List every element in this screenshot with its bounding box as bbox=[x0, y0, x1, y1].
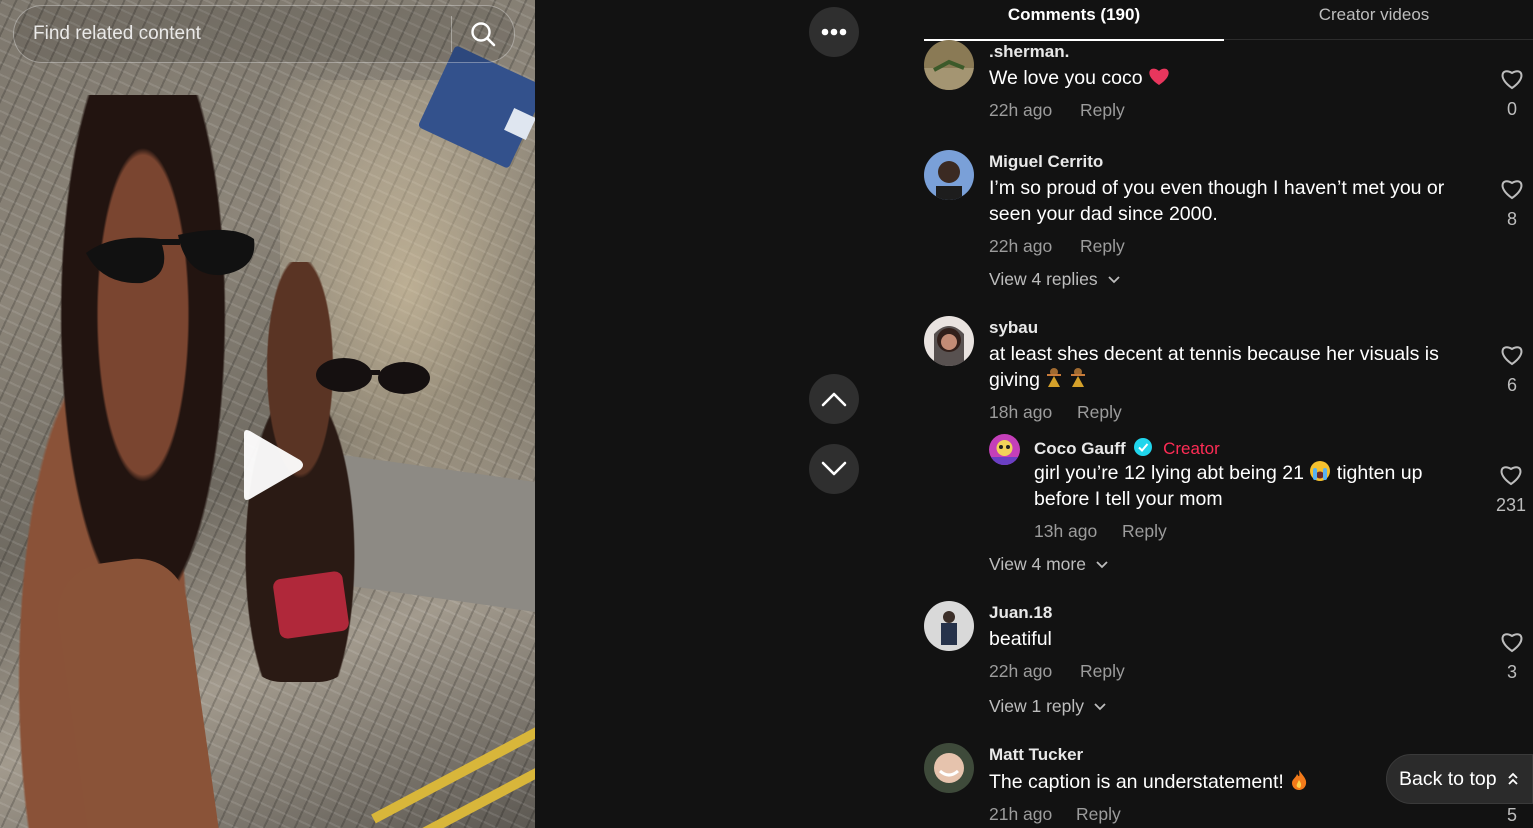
like-button[interactable]: 5 bbox=[1492, 801, 1532, 826]
avatar[interactable] bbox=[924, 743, 974, 793]
tab-creator-videos[interactable]: Creator videos bbox=[1224, 0, 1524, 40]
comment-time: 18h ago bbox=[989, 402, 1053, 422]
avatar[interactable] bbox=[924, 150, 974, 200]
loudly-crying-face-icon bbox=[1310, 461, 1331, 481]
comment-username[interactable]: .sherman. bbox=[989, 42, 1069, 62]
like-count: 0 bbox=[1506, 99, 1517, 119]
view-more-replies-button[interactable]: View 4 more bbox=[989, 554, 1108, 575]
comment-username[interactable]: Juan.18 bbox=[989, 603, 1052, 623]
comment-item: sybau at least shes decent at tennis bec… bbox=[924, 316, 1533, 581]
comment-text: at least shes decent at tennis because h… bbox=[989, 343, 1439, 391]
like-button[interactable]: 0 bbox=[1492, 68, 1532, 120]
avatar[interactable] bbox=[924, 601, 974, 651]
search-input[interactable] bbox=[14, 6, 451, 62]
creator-tag: Creator bbox=[1163, 439, 1220, 458]
like-count: 231 bbox=[1495, 495, 1527, 515]
pink-heart-icon bbox=[1149, 68, 1169, 85]
chevron-down-icon bbox=[1107, 275, 1120, 283]
tab-comments[interactable]: Comments (190) bbox=[924, 0, 1224, 41]
video-frame-sunglasses bbox=[316, 358, 430, 394]
reply-button[interactable]: Reply bbox=[1076, 804, 1121, 825]
like-count: 6 bbox=[1506, 375, 1517, 395]
view-replies-button[interactable]: View 4 replies bbox=[989, 269, 1120, 290]
reply-username[interactable]: Coco Gauff Creator bbox=[1034, 438, 1220, 459]
reply-button[interactable]: Reply bbox=[1122, 521, 1167, 542]
more-horizontal-icon bbox=[821, 28, 847, 36]
reply-text: girl you’re 12 lying abt being 21 tighte… bbox=[1034, 461, 1423, 510]
comment-time: 22h ago bbox=[989, 236, 1053, 256]
avatar[interactable] bbox=[924, 316, 974, 366]
back-to-top-button[interactable]: Back to top bbox=[1386, 754, 1533, 804]
like-button[interactable]: 6 bbox=[1492, 344, 1532, 396]
play-icon[interactable] bbox=[236, 428, 306, 502]
comment-text: beatiful bbox=[989, 628, 1052, 650]
reply-button[interactable]: Reply bbox=[1080, 236, 1125, 257]
people-dancing-icon bbox=[1047, 368, 1086, 387]
like-button[interactable]: 3 bbox=[1492, 631, 1532, 683]
comment-username[interactable]: sybau bbox=[989, 318, 1038, 338]
like-count: 5 bbox=[1506, 805, 1517, 825]
video-player[interactable] bbox=[0, 0, 535, 828]
comment-time: 21h ago bbox=[989, 804, 1053, 824]
comment-username[interactable]: Miguel Cerrito bbox=[989, 152, 1103, 172]
view-replies-button[interactable]: View 1 reply bbox=[989, 696, 1106, 717]
comment-text: I’m so proud of you even though I haven’… bbox=[989, 177, 1445, 225]
chevron-down-icon bbox=[1096, 560, 1108, 568]
like-count: 8 bbox=[1506, 209, 1517, 229]
creator-avatar[interactable] bbox=[989, 434, 1020, 465]
fire-icon bbox=[1292, 770, 1307, 790]
heart-outline-icon bbox=[1500, 466, 1522, 486]
previous-video-button[interactable] bbox=[809, 374, 859, 424]
reply-button[interactable]: Reply bbox=[1080, 661, 1125, 682]
comment-time: 22h ago bbox=[989, 661, 1053, 681]
video-frame-sunglasses bbox=[86, 229, 255, 284]
comments-tabs: Comments (190) Creator videos bbox=[924, 0, 1533, 41]
search-icon bbox=[471, 22, 496, 47]
like-button[interactable]: 231 bbox=[1486, 464, 1533, 516]
heart-outline-icon bbox=[1501, 346, 1523, 366]
reply-time: 13h ago bbox=[1034, 521, 1098, 541]
comment-time: 22h ago bbox=[989, 100, 1053, 120]
comment-username[interactable]: Matt Tucker bbox=[989, 745, 1083, 765]
heart-outline-icon bbox=[1501, 180, 1523, 200]
next-video-button[interactable] bbox=[809, 444, 859, 494]
search-button[interactable] bbox=[452, 6, 514, 62]
chevron-down-icon bbox=[1094, 702, 1106, 710]
comment-item: Miguel Cerrito I’m so proud of you even … bbox=[924, 150, 1533, 295]
reply-button[interactable]: Reply bbox=[1080, 100, 1125, 121]
comment-item: .sherman. We love you coco 22h ago Reply… bbox=[924, 40, 1533, 140]
avatar[interactable] bbox=[924, 40, 974, 90]
like-count: 3 bbox=[1506, 662, 1517, 682]
more-options-button[interactable] bbox=[809, 7, 859, 57]
double-chevron-up-icon bbox=[1507, 772, 1518, 785]
verified-badge-icon bbox=[1134, 438, 1153, 456]
comment-item: Juan.18 beatiful 22h ago Reply View 1 re… bbox=[924, 601, 1533, 731]
chevron-up-icon bbox=[821, 392, 847, 407]
heart-outline-icon bbox=[1501, 70, 1523, 90]
comment-text: We love you coco bbox=[989, 65, 1469, 91]
search-bar bbox=[13, 5, 515, 63]
comments-panel: Comments (190) Creator videos .sherman. … bbox=[884, 0, 1533, 828]
reply-button[interactable]: Reply bbox=[1077, 402, 1122, 423]
like-button[interactable]: 8 bbox=[1492, 178, 1532, 230]
back-to-top-label: Back to top bbox=[1399, 767, 1497, 790]
heart-outline-icon bbox=[1501, 633, 1523, 653]
chevron-down-icon bbox=[821, 461, 847, 476]
